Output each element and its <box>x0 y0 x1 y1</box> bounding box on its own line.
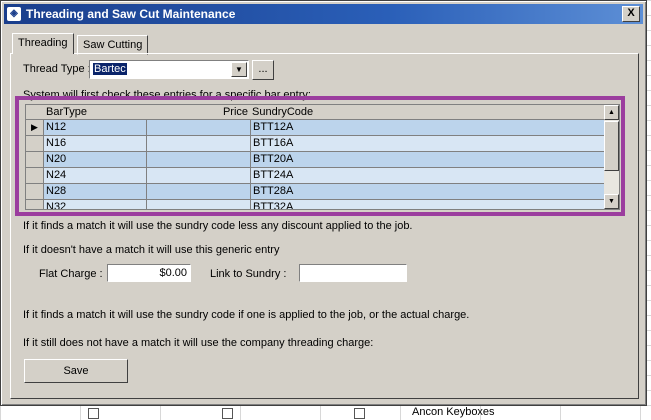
match-note: If it finds a match it will use the sund… <box>23 220 413 232</box>
link-sundry-label: Link to Sundry : <box>210 268 287 280</box>
title-bar[interactable]: ◈ Threading and Saw Cut Maintenance X <box>4 4 643 24</box>
thread-type-value: Bartec <box>93 63 127 75</box>
background-checkbox <box>222 408 233 419</box>
browse-button[interactable]: ... <box>252 60 274 80</box>
chevron-down-icon[interactable]: ▼ <box>231 62 247 77</box>
flat-charge-input[interactable]: $0.00 <box>107 264 191 282</box>
thread-type-label: Thread Type : <box>23 63 91 75</box>
close-button[interactable]: X <box>622 6 640 22</box>
dialog-window: ◈ Threading and Saw Cut Maintenance X Th… <box>0 0 647 406</box>
background-cell-text: Ancon Keyboxes <box>412 406 495 418</box>
company-charge-note: If it still does not have a match it wil… <box>23 337 374 349</box>
tab-saw-cutting[interactable]: Saw Cutting <box>77 35 149 55</box>
background-checkbox <box>88 408 99 419</box>
background-checkbox <box>354 408 365 419</box>
save-button[interactable]: Save <box>24 359 128 383</box>
link-sundry-input[interactable] <box>299 264 407 282</box>
window-title: Threading and Saw Cut Maintenance <box>26 7 236 21</box>
flat-charge-label: Flat Charge : <box>39 268 103 280</box>
app-icon: ◈ <box>7 7 21 21</box>
thread-type-select[interactable]: Bartec ▼ <box>89 60 249 79</box>
no-match-note: If it doesn't have a match it will use t… <box>23 244 280 256</box>
match-generic-note: If it finds a match it will use the sund… <box>23 309 470 321</box>
highlight-frame <box>15 96 625 216</box>
tab-threading[interactable]: Threading <box>12 33 74 54</box>
